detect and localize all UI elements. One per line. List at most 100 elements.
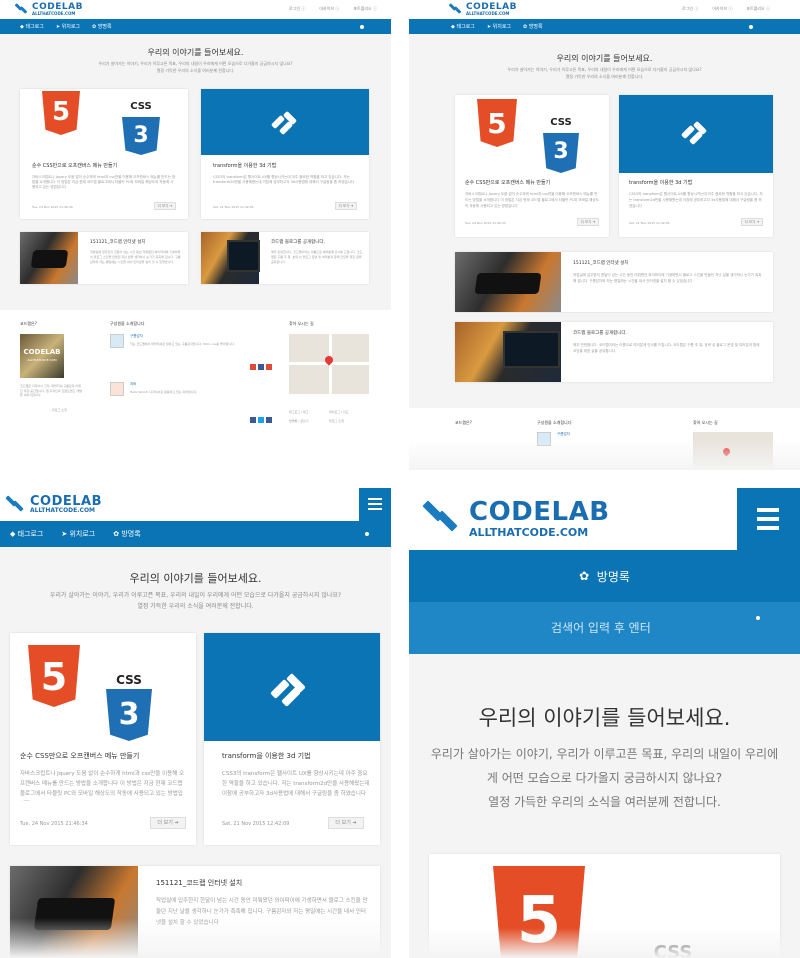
post-thumb-html5-css3: 5 CSS 3 bbox=[455, 95, 609, 173]
more-button[interactable]: 더 보기 ➜ bbox=[150, 817, 186, 829]
hero-title: 우리의 이야기를 들어보세요. bbox=[147, 48, 244, 57]
more-button[interactable]: 더 보기 ➜ bbox=[741, 218, 763, 226]
about-image-logo: CODELAB bbox=[23, 348, 61, 356]
nav-guestbook[interactable]: ✿ 방명록 bbox=[113, 529, 140, 539]
post-title[interactable]: 코드랩 블로그를 공개합니다. bbox=[271, 239, 325, 245]
menu-button[interactable] bbox=[359, 488, 391, 521]
more-button-label: 더 보기 bbox=[744, 220, 756, 224]
post-card-4[interactable]: 코드랩 블로그를 공개합니다. 매우 빈번합니다. 코드랩이라는 이름으로 여러… bbox=[201, 232, 369, 284]
facebook-icon[interactable] bbox=[266, 417, 272, 423]
top-link-portfolio[interactable]: 포트폴리오 ⓘ bbox=[353, 6, 377, 12]
location-map[interactable] bbox=[289, 334, 369, 394]
footer-about-text: 코드랩은 디자이너 크리, 퍼블리셔 구름감자 이뤄진 작은 공간입니다. 웹 … bbox=[20, 384, 82, 397]
bottom-fade bbox=[0, 918, 391, 958]
post-title[interactable]: 순수 CSS만으로 오프캔버스 메뉴 만들기 bbox=[465, 179, 550, 186]
post-title[interactable]: transform을 이용한 3d 기법 bbox=[222, 751, 311, 761]
codelab-diamond-icon bbox=[270, 107, 301, 137]
search-icon[interactable] bbox=[749, 22, 758, 31]
nav-guestbook[interactable]: ✿ 방명록 bbox=[92, 23, 112, 31]
post-excerpt: 자바스크립트나 Jquery 도움 없이 순수하게 html과 css만을 이용… bbox=[465, 192, 599, 208]
nav-locationlog-label: 위치로그 bbox=[61, 24, 81, 30]
post-card-4[interactable]: 코드랩 블로그를 공개합니다. 매우 빈번합니다. 코드랩이라는 이름으로 여러… bbox=[455, 322, 773, 382]
top-link-portfolio[interactable]: 포트폴리오 ⓘ bbox=[746, 6, 770, 12]
more-button[interactable]: 더 보기 ➜ bbox=[335, 202, 357, 210]
top-link-archive[interactable]: 아카이브 ⓘ bbox=[319, 6, 339, 12]
post-excerpt: 작업실에 입주한지 한달이 넘는 시간 동안 미뤄왔던 와이파이에 기생하면서 … bbox=[573, 273, 762, 283]
hero-desc-line2: 열정 가득한 우리의 소식을 여러분께 전합니다. bbox=[156, 68, 235, 73]
post-title[interactable]: 151121_코드랩 인터넷 설치 bbox=[156, 878, 242, 888]
html5-logo-icon: 5 bbox=[42, 91, 80, 135]
post-title[interactable]: 순수 CSS만으로 오프캔버스 메뉴 만들기 bbox=[20, 751, 139, 761]
facebook-icon[interactable] bbox=[258, 364, 264, 370]
screenshot-desktop-medium: CODELAB ALLTHATCODE.COM 로그인 ⓘ 아카이브 ⓘ 포트폴… bbox=[409, 0, 800, 470]
nav-locationlog[interactable]: ➤ 위치로그 bbox=[487, 23, 511, 31]
post-card-1[interactable]: 5 CSS 3 순수 CSS만으로 오프캔버스 메뉴 만들기 자바스크립트나 J… bbox=[20, 89, 188, 219]
more-button-label: 더 보기 bbox=[157, 204, 169, 208]
footer-link[interactable]: 블로그 소개 bbox=[329, 419, 369, 423]
nav-locationlog[interactable]: ➤ 위치로그 bbox=[61, 529, 95, 539]
google-plus-icon[interactable] bbox=[266, 364, 272, 370]
menu-button[interactable] bbox=[737, 488, 800, 550]
site-logo[interactable]: CODELAB ALLTHATCODE.COM bbox=[422, 498, 610, 538]
site-logo[interactable]: CODELAB ALLTHATCODE.COM bbox=[14, 2, 83, 16]
post-thumb-html5-css3: 5 CSS 3 bbox=[20, 89, 188, 155]
top-link-login[interactable]: 로그인 ⓘ bbox=[682, 6, 698, 12]
post-thumb-codelab bbox=[619, 95, 773, 173]
post-title[interactable]: transform을 이용한 3d 기법 bbox=[213, 162, 276, 169]
post-card-3[interactable]: 151121_코드랩 인터넷 설치 작업실에 입주한지 한달이 넘는 시간 동안… bbox=[455, 252, 773, 312]
post-title[interactable]: 151121_코드랩 인터넷 설치 bbox=[90, 239, 145, 245]
member-name[interactable]: 지바 bbox=[130, 382, 136, 387]
nav-taglog[interactable]: ◆ 태그로그 bbox=[10, 529, 43, 539]
more-button-label: 더 보기 bbox=[580, 220, 592, 224]
facebook-icon[interactable] bbox=[250, 417, 256, 423]
footer-map-title: 찾아 오시는 길 bbox=[289, 321, 314, 326]
search-icon[interactable] bbox=[756, 616, 780, 640]
nav-taglog[interactable]: ◆ 태그로그 bbox=[20, 23, 44, 31]
search-input[interactable]: 검색어 입력 후 엔터 bbox=[551, 619, 651, 636]
hero-desc: 우리가 살아가는 이야기, 우리가 이루고픈 목표, 우리의 내일이 우리에게 … bbox=[429, 742, 780, 814]
post-card-1[interactable]: 5 CSS 3 순수 CSS만으로 오프캔버스 메뉴 만들기 자바스크립트나 J… bbox=[10, 633, 196, 845]
post-card-2[interactable]: transform을 이용한 3d 기법 CSS3의 transform은 웹사… bbox=[201, 89, 369, 219]
top-link-login[interactable]: 로그인 ⓘ bbox=[289, 6, 305, 12]
footer-about-link[interactable]: - 블로그 소개 bbox=[50, 408, 90, 412]
top-link-archive[interactable]: 아카이브 ⓘ bbox=[712, 6, 732, 12]
post-title[interactable]: 코드랩 블로그를 공개합니다. bbox=[573, 330, 627, 336]
site-header: CODELAB ALLTHATCODE.COM 로그인 ⓘ 아카이브 ⓘ 포트폴… bbox=[0, 0, 391, 19]
post-card-3[interactable]: 151121_코드랩 인터넷 설치 작업실에 입주한지 한달이 넘는 시간 동안… bbox=[20, 232, 188, 284]
search-icon[interactable] bbox=[365, 527, 379, 541]
footer-link[interactable]: 위치로그 / 지도 bbox=[329, 410, 369, 414]
post-card-2[interactable]: transform을 이용한 3d 기법 CSS3의 transform은 웹사… bbox=[204, 633, 380, 845]
css3-logo-icon: 3 bbox=[122, 117, 160, 155]
footer-link[interactable]: 태그로그 / 태그 bbox=[289, 410, 329, 414]
nav-guestbook[interactable]: ✿ 방명록 bbox=[579, 568, 630, 585]
more-button[interactable]: 더 보기 ➜ bbox=[328, 817, 364, 829]
twitter-icon[interactable] bbox=[258, 417, 264, 423]
post-thumb-html5-css3: 5 CSS 3 bbox=[10, 633, 196, 741]
nav-taglog[interactable]: ◆ 태그로그 bbox=[451, 23, 475, 31]
search-icon[interactable] bbox=[360, 22, 369, 31]
member-name[interactable]: 구름감자 bbox=[557, 432, 570, 437]
member-name[interactable]: 구름감자 bbox=[130, 334, 143, 339]
post-title[interactable]: 순수 CSS만으로 오프캔버스 메뉴 만들기 bbox=[32, 162, 117, 169]
post-excerpt: 자바스크립트나 Jquery 도움 없이 순수하게 html과 css만을 이용… bbox=[20, 771, 185, 797]
site-logo[interactable]: CODELAB ALLTHATCODE.COM bbox=[5, 494, 102, 514]
google-plus-icon[interactable] bbox=[250, 364, 256, 370]
more-button[interactable]: 더 보기 ➜ bbox=[577, 218, 599, 226]
logo-sub: ALLTHATCODE.COM bbox=[32, 10, 76, 16]
footer-link[interactable]: 방명록 / 글쓰기 bbox=[289, 419, 329, 423]
post-title[interactable]: 151121_코드랩 인터넷 설치 bbox=[573, 260, 628, 266]
post-title[interactable]: transform을 이용한 3d 기법 bbox=[629, 179, 692, 186]
desk-photo bbox=[455, 322, 561, 382]
post-excerpt: 매우 빈번합니다. 코드랩이라는 이름으로 여러분께 인사를 드립니다. 코드랩… bbox=[573, 343, 760, 353]
about-image: CODELAB ALLTHATCODE.COM bbox=[20, 334, 64, 378]
post-card-2[interactable]: transform을 이용한 3d 기법 CSS3의 transform은 웹사… bbox=[619, 95, 773, 237]
member-avatar bbox=[110, 382, 124, 396]
site-logo[interactable]: CODELAB ALLTHATCODE.COM bbox=[448, 2, 517, 16]
nav-locationlog[interactable]: ➤ 위치로그 bbox=[56, 23, 81, 31]
css3-logo-icon: 3 bbox=[543, 133, 579, 173]
screenshot-desktop-wide: CODELAB ALLTHATCODE.COM 로그인 ⓘ 아카이브 ⓘ 포트폴… bbox=[0, 0, 391, 470]
post-card-1[interactable]: 5 CSS 3 순수 CSS만으로 오프캔버스 메뉴 만들기 자바스크립트나 J… bbox=[455, 95, 609, 237]
main-nav: ◆ 태그로그 ➤ 위치로그 ✿ 방명록 bbox=[409, 19, 800, 34]
nav-guestbook[interactable]: ✿ 방명록 bbox=[523, 23, 543, 31]
more-button[interactable]: 더 보기 ➜ bbox=[154, 202, 176, 210]
